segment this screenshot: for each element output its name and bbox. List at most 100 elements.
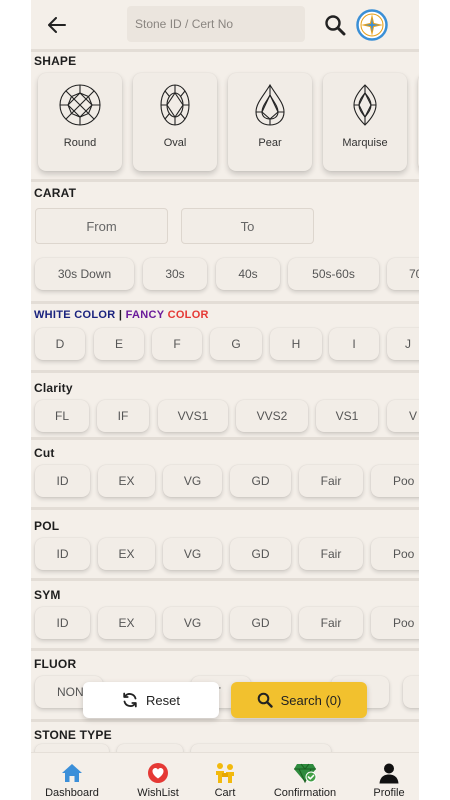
reset-label: Reset xyxy=(146,692,180,708)
shape-label: Marquise xyxy=(342,137,388,149)
back-button[interactable] xyxy=(45,13,69,37)
divider xyxy=(31,578,419,581)
cut-grade-chip[interactable]: Poo xyxy=(371,465,419,497)
color-grade-chip[interactable]: H xyxy=(270,328,322,360)
carat-from-input[interactable]: From xyxy=(35,208,168,244)
clarity-grade-chip[interactable]: VVS1 xyxy=(158,400,228,432)
clarity-section-title: Clarity xyxy=(34,381,73,395)
marquise-diamond-icon xyxy=(353,84,377,126)
cut-grade-chip[interactable]: EX xyxy=(98,465,155,497)
top-bar xyxy=(31,0,419,50)
nav-label: Profile xyxy=(373,787,405,799)
stone-search-field[interactable] xyxy=(127,6,305,42)
color-grade-chip[interactable]: G xyxy=(210,328,262,360)
clarity-grade-chip[interactable]: IF xyxy=(97,400,149,432)
nav-item-cart[interactable]: Cart xyxy=(203,753,247,800)
nav-label: Confirmation xyxy=(273,787,337,799)
shape-card-marquise[interactable]: Marquise xyxy=(323,73,407,171)
divider xyxy=(31,179,419,182)
color-grade-chip[interactable]: D xyxy=(35,328,85,360)
shape-card-oval[interactable]: Oval xyxy=(133,73,217,171)
pol-grade-chip[interactable]: ID xyxy=(35,538,90,570)
stone-type-section-title: STONE TYPE xyxy=(34,728,112,742)
divider xyxy=(31,437,419,440)
cut-grade-chip[interactable]: Fair xyxy=(299,465,363,497)
nav-item-profile[interactable]: Profile xyxy=(367,753,411,800)
diamond-check-icon xyxy=(293,761,317,785)
fluor-section-title: FLUOR xyxy=(34,657,77,671)
carat-range-chip[interactable]: 50s-60s xyxy=(288,258,379,290)
cut-grade-chip[interactable]: GD xyxy=(230,465,291,497)
color-section-title: WHITE COLOR | FANCY COLOR xyxy=(34,309,209,321)
carat-range-chip[interactable]: 30s xyxy=(143,258,207,290)
carat-range-chip[interactable]: 40s xyxy=(216,258,280,290)
sym-grade-chip[interactable]: ID xyxy=(35,607,90,639)
divider xyxy=(31,719,419,722)
pol-grade-chip[interactable]: Poo xyxy=(371,538,419,570)
nav-item-confirmation[interactable]: Confirmation xyxy=(265,753,345,800)
cut-grade-chip[interactable]: VG xyxy=(163,465,222,497)
reset-button[interactable]: Reset xyxy=(83,682,219,718)
heart-icon xyxy=(147,761,169,785)
stone-search-input[interactable] xyxy=(135,17,305,31)
magnifier-icon[interactable] xyxy=(324,14,346,36)
carat-section-title: CARAT xyxy=(34,186,77,200)
clarity-grade-chip[interactable]: VS1 xyxy=(316,400,378,432)
divider xyxy=(31,301,419,304)
clarity-grade-chip[interactable]: FL xyxy=(35,400,89,432)
person-icon xyxy=(378,761,400,785)
nav-label: Cart xyxy=(214,787,236,799)
nav-item-wishlist[interactable]: WishList xyxy=(127,753,189,800)
color-grade-chip[interactable]: E xyxy=(94,328,144,360)
carat-range-chip[interactable]: 70 xyxy=(387,258,419,290)
carat-range-chip[interactable]: 30s Down xyxy=(35,258,134,290)
divider xyxy=(31,507,419,510)
shape-label: Pear xyxy=(258,137,282,149)
pol-grade-chip[interactable]: EX xyxy=(98,538,155,570)
shape-card-pear[interactable]: Pear xyxy=(228,73,312,171)
carat-to-placeholder: To xyxy=(240,218,255,234)
search-button[interactable]: Search (0) xyxy=(231,682,367,718)
shape-section-title: SHAPE xyxy=(34,54,77,68)
search-label: Search (0) xyxy=(280,692,342,708)
shape-card-partial[interactable] xyxy=(418,73,419,171)
pol-grade-chip[interactable]: VG xyxy=(163,538,222,570)
sym-grade-chip[interactable]: Fair xyxy=(299,607,363,639)
pear-diamond-icon xyxy=(255,83,285,126)
divider xyxy=(31,648,419,651)
pol-grade-chip[interactable]: Fair xyxy=(299,538,363,570)
round-diamond-icon xyxy=(59,84,101,126)
bottom-navigation: Dashboard WishList Cart Confirmation Pro… xyxy=(31,752,419,800)
carat-to-input[interactable]: To xyxy=(181,208,314,244)
shape-label: Round xyxy=(63,137,97,149)
nav-label: Dashboard xyxy=(45,787,99,799)
refresh-icon xyxy=(122,692,138,708)
oval-diamond-icon xyxy=(160,84,190,126)
sym-grade-chip[interactable]: GD xyxy=(230,607,291,639)
fluor-grade-chip[interactable] xyxy=(403,676,419,708)
shape-label: Oval xyxy=(163,137,187,149)
search-icon xyxy=(257,692,273,708)
divider xyxy=(31,49,419,52)
sym-section-title: SYM xyxy=(34,588,61,602)
shape-card-round[interactable]: Round xyxy=(38,73,122,171)
cut-grade-chip[interactable]: ID xyxy=(35,465,90,497)
color-grade-chip[interactable]: J xyxy=(387,328,419,360)
sym-grade-chip[interactable]: VG xyxy=(163,607,222,639)
sym-grade-chip[interactable]: EX xyxy=(98,607,155,639)
divider xyxy=(31,370,419,373)
pol-section-title: POL xyxy=(34,519,60,533)
white-color-label: WHITE COLOR xyxy=(34,309,116,321)
nav-item-dashboard[interactable]: Dashboard xyxy=(37,753,107,800)
color-grade-chip[interactable]: F xyxy=(152,328,202,360)
app-screen: SHAPE Round Oval xyxy=(31,0,419,800)
clarity-grade-chip[interactable]: V xyxy=(387,400,419,432)
clarity-grade-chip[interactable]: VVS2 xyxy=(236,400,308,432)
nav-label: WishList xyxy=(137,787,179,799)
color-grade-chip[interactable]: I xyxy=(329,328,379,360)
pol-grade-chip[interactable]: GD xyxy=(230,538,291,570)
sym-grade-chip[interactable]: Poo xyxy=(371,607,419,639)
home-icon xyxy=(61,761,83,785)
color-separator: | xyxy=(118,309,123,321)
carat-from-placeholder: From xyxy=(86,218,117,234)
